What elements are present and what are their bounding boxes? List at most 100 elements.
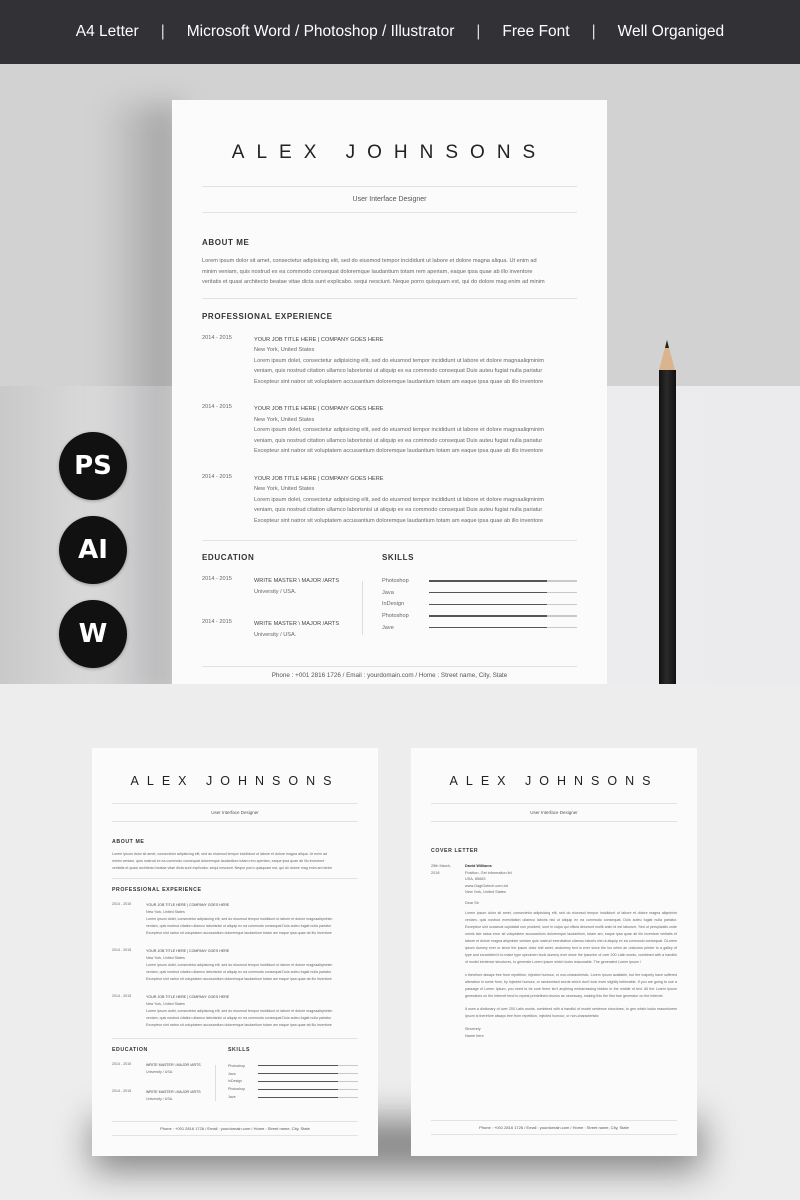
contact-footer: Phone : +001 2816 1726 / Email : yourdom… (479, 1125, 629, 1130)
pencil-lead (665, 340, 669, 348)
job-description: Lorem ipsum dolet, consectetur adipisici… (146, 1008, 358, 1029)
degree: WRITE MASTER \ MAJOR /ARTS (146, 1090, 201, 1094)
divider (202, 186, 577, 187)
divider (202, 212, 577, 213)
experience-date: 2014 - 2015 (112, 994, 132, 998)
skill-level-bar (429, 626, 577, 629)
education-item: 2014 - 2015 WRITE MASTER \ MAJOR /ARTS U… (202, 619, 362, 640)
description-line: Lorem ipsum dolet, consectetur adipisici… (254, 427, 545, 433)
paper-shadow (100, 104, 180, 684)
skill-level-bar (429, 580, 577, 582)
job-description: Lorem ipsum dolet, consectetur adipisici… (254, 356, 577, 388)
job-location: New York, United States (254, 347, 315, 353)
description-line: veniam, quis nostrud citation ullamco la… (146, 1016, 332, 1020)
experience-item: 2014 - 2015 YOUR JOB TITLE HERE | COMPAN… (112, 902, 358, 937)
divider (431, 1120, 677, 1121)
skill-level-fill (258, 1096, 338, 1098)
degree: WRITE MASTER \ MAJOR /ARTS (146, 1063, 201, 1067)
skill-level-bar (258, 1096, 358, 1098)
divider (431, 821, 677, 822)
description-line: Excepteur sint natror sit voluptatem acc… (146, 931, 332, 935)
skill-name: Photoshop (228, 1087, 246, 1092)
education-column: EDUCATION 2014 - 2015 WRITE MASTER \ MAJ… (202, 553, 362, 640)
skill-level-bar (429, 603, 577, 605)
resume-page-main: ALEX JOHNSONS User Interface Designer AB… (172, 100, 607, 684)
description-line: Excepteur sint natror sit voluptatem acc… (146, 1023, 332, 1027)
cover-letter-name: ALEX JOHNSONS (449, 774, 659, 788)
experience-item: 2014 - 2015 YOUR JOB TITLE HERE | COMPAN… (202, 474, 577, 527)
experience-item: 2014 - 2015 YOUR JOB TITLE HERE | COMPAN… (202, 335, 577, 388)
school: University / USA. (254, 631, 297, 638)
skill-item: Java (228, 1070, 358, 1078)
letter-footer: Phone : +001 2816 1726 / Email : yourdom… (431, 1120, 677, 1135)
job-title: YOUR JOB TITLE HERE | COMPANY GOES HERE (146, 995, 230, 999)
pencil-body (659, 370, 676, 684)
divider (112, 878, 358, 879)
letter-header: 25th March, 2018 David Williams Position… (431, 863, 677, 896)
description-line: veniam, quis nostrud citation ullamco la… (146, 970, 332, 974)
skill-name: Java (228, 1071, 236, 1076)
experience-item: 2014 - 2015 YOUR JOB TITLE HERE | COMPAN… (112, 948, 358, 983)
education-heading: EDUCATION (112, 1047, 148, 1053)
letter-paragraph: Lorem ipsum dolor sit amet, consectetur … (465, 910, 677, 964)
word-badge-icon: W (59, 600, 127, 668)
skill-level-bar (258, 1080, 358, 1082)
description-line: veniam, quis nostrud citation ullamco la… (254, 507, 543, 513)
divider (112, 1038, 358, 1039)
job-title: YOUR JOB TITLE HERE | COMPANY GOES HERE (254, 475, 384, 482)
skill-level-fill (429, 603, 548, 605)
divider (202, 666, 577, 667)
description-line: veniam, quis nostrud citation ullamco la… (254, 437, 543, 444)
job-location: New York, United States (146, 910, 185, 914)
skill-level-fill (429, 591, 548, 594)
about-line: Lorem ipsum dolor sit amet, consectetur … (202, 258, 537, 264)
divider (202, 297, 577, 299)
school: University / USA. (146, 1070, 174, 1074)
experience-details: YOUR JOB TITLE HERE | COMPANY GOES HERE … (254, 335, 577, 388)
resume-title: User Interface Designer (211, 810, 259, 815)
about-line: veritatis et quasi architecto beatae vit… (112, 866, 333, 870)
resume-page-preview: ALEX JOHNSONS User Interface Designer AB… (92, 748, 378, 1156)
about-text: Lorem ipsum dolor sit amet, consectetur … (112, 851, 358, 872)
experience-list: 2014 - 2015 YOUR JOB TITLE HERE | COMPAN… (202, 335, 577, 527)
divider (112, 821, 358, 822)
experience-details: YOUR JOB TITLE HERE | COMPANY GOES HERE … (146, 994, 358, 1029)
signature-name: Name here (465, 1034, 484, 1038)
experience-item: 2014 - 2015 YOUR JOB TITLE HERE | COMPAN… (202, 404, 577, 457)
job-description: Lorem ipsum dolet, consectetur adipisici… (146, 916, 358, 937)
divider (431, 803, 677, 804)
about-heading: ABOUT ME (112, 839, 145, 845)
education-item: 2014 - 2015 WRITE MASTER \ MAJOR /ARTS U… (112, 1089, 215, 1103)
hero-mockup: ALEX JOHNSONS User Interface Designer AB… (0, 64, 800, 684)
about-heading: ABOUT ME (202, 238, 250, 247)
education-date: 2014 - 2015 (112, 1062, 132, 1066)
job-description: Lorem ipsum dolet, consectetur adipisici… (254, 425, 577, 457)
education-skills-section: EDUCATION 2014 - 2015 WRITE MASTER \ MAJ… (202, 553, 577, 640)
skills-column: SKILLS Photoshop Java InDesign Photoshop… (216, 1047, 358, 1103)
description-line: Excepteur sint natror sit voluptatem acc… (254, 517, 544, 524)
closing-line: Sincerely (465, 1026, 481, 1031)
experience-date: 2014 - 2015 (112, 902, 132, 906)
skills-list: Photoshop Java InDesign Photoshop Jave (382, 575, 577, 633)
divider (112, 1135, 358, 1136)
job-location: New York, United States (146, 956, 185, 960)
skill-level-bar (258, 1088, 358, 1090)
description-line: Excepteur sint natror sit voluptatem acc… (254, 378, 544, 385)
divider (112, 1121, 358, 1122)
recipient-line: New York, United States (465, 890, 506, 894)
about-line: minim veniam, quis nostrud ex ea commodo… (202, 268, 533, 275)
cover-letter-title: User Interface Designer (530, 810, 578, 815)
experience-details: YOUR JOB TITLE HERE | COMPANY GOES HERE … (146, 948, 358, 983)
skill-level-fill (429, 615, 548, 617)
job-title: YOUR JOB TITLE HERE | COMPANY GOES HERE (146, 903, 230, 907)
resume-name: ALEX JOHNSONS (130, 774, 340, 788)
skill-item: Photoshop (228, 1085, 358, 1093)
education-list: 2014 - 2015 WRITE MASTER \ MAJOR /ARTS U… (112, 1062, 215, 1103)
skill-item: Photoshop (382, 575, 577, 587)
skill-item: Jave (228, 1093, 358, 1101)
description-line: Lorem ipsum dolet, consectetur adipisici… (146, 963, 333, 967)
job-location: New York, United States (254, 486, 315, 492)
job-location: New York, United States (146, 1002, 185, 1006)
job-location: New York, United States (254, 416, 315, 423)
experience-list: 2014 - 2015 YOUR JOB TITLE HERE | COMPAN… (112, 902, 358, 1029)
